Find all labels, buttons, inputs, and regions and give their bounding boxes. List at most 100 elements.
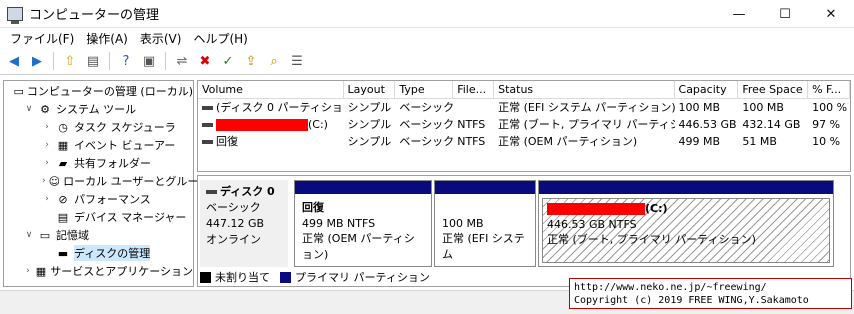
connect-drive-icon[interactable]: ⇌: [172, 51, 192, 71]
expand-icon[interactable]: ∨: [24, 104, 34, 114]
column-header[interactable]: Volume: [198, 81, 344, 99]
partition-body: 回復 499 MB NTFS 正常 (OEM パーティション): [298, 198, 428, 263]
tree-item[interactable]: ∨ ▭ 記憶域: [4, 226, 193, 244]
cell-text: 100 %: [812, 101, 848, 114]
column-header[interactable]: Free Space: [738, 81, 809, 99]
primary-partition-swatch: [280, 271, 291, 283]
tools-icon: ⚙: [40, 102, 50, 116]
table-row[interactable]: 回復 シンプル ベーシック NTFS 正常 (OEM パーティション) 499 MB 51 …: [198, 133, 850, 150]
table-cell: 10 %: [808, 133, 850, 150]
collapse-icon[interactable]: ›: [42, 122, 52, 132]
tree-item[interactable]: ▭ コンピューターの管理 (ローカル): [4, 82, 194, 100]
settings-icon[interactable]: ☰: [287, 51, 307, 71]
volume-list[interactable]: Volume Layout Type File... Status Capacity Fre…: [197, 80, 851, 172]
tree-item[interactable]: › ▦ イベント ビューアー: [4, 136, 193, 154]
tree-item[interactable]: › ◷ タスク スケジューラ: [4, 118, 193, 136]
show-hide-tree-icon[interactable]: ▤: [83, 51, 103, 71]
cell-text: 432.14 GB: [742, 118, 801, 131]
toolbar-separator: [53, 52, 54, 70]
cell-text: NTFS: [457, 118, 486, 131]
column-header[interactable]: Type: [395, 81, 454, 99]
cell-text: 100 MB: [742, 101, 784, 114]
column-header[interactable]: Capacity: [675, 81, 739, 99]
disk-icon: [206, 190, 217, 194]
forward-arrow-icon[interactable]: ▶: [27, 51, 47, 71]
partition-title: (C:): [547, 201, 825, 217]
table-cell: 正常 (ブート, プライマリ パーティション): [494, 116, 674, 133]
shared-folder-icon: ▰: [58, 156, 68, 170]
properties-icon[interactable]: ✓: [218, 51, 238, 71]
table-cell: 100 MB: [675, 99, 739, 116]
cell-text: 正常 (OEM パーティション): [498, 135, 638, 148]
overlay-copyright: Copyright (c) 2019 FREE WING,Y.Sakamoto: [574, 295, 809, 306]
tree-item[interactable]: ▬ ディスクの管理: [4, 244, 193, 262]
cell-text: シンプル: [347, 118, 392, 131]
table-cell: (C:): [198, 116, 344, 133]
disk-0-info[interactable]: ディスク 0 ベーシック 447.12 GB オンライン: [200, 180, 288, 267]
menu-action[interactable]: 操作(A): [80, 30, 134, 47]
column-header[interactable]: Status: [494, 81, 675, 99]
tree-item-label: コンピューターの管理 (ローカル): [26, 85, 193, 98]
close-button[interactable]: ✕: [808, 0, 854, 28]
volume-icon: [202, 140, 213, 144]
services-icon: ▦: [35, 264, 47, 278]
tree-item[interactable]: ∨ ⚙ システム ツール: [4, 100, 193, 118]
delete-icon[interactable]: ✖: [195, 51, 215, 71]
table-cell: 正常 (OEM パーティション): [494, 133, 674, 150]
menu-help[interactable]: ヘルプ(H): [187, 30, 253, 47]
partition-title: [442, 200, 528, 216]
column-header[interactable]: File...: [453, 81, 495, 99]
console-icon[interactable]: ▣: [139, 51, 159, 71]
collapse-icon[interactable]: ›: [42, 176, 46, 186]
title-bar: コンピューターの管理 — ☐ ✕: [0, 0, 854, 28]
tree-item[interactable]: › ⊘ パフォーマンス: [4, 190, 193, 208]
computer-management-icon: [7, 6, 23, 24]
up-folder-icon[interactable]: ⇧: [60, 51, 80, 71]
toolbar: ◀ ▶ ⇧ ▤? ▣ ⇌ ✖ ✓ ⇪ ⌕ ☰: [0, 48, 854, 75]
partition-recovery[interactable]: 回復 499 MB NTFS 正常 (OEM パーティション): [294, 180, 432, 267]
collapse-icon[interactable]: ›: [42, 140, 52, 150]
minimize-button[interactable]: —: [716, 0, 762, 28]
back-arrow-icon[interactable]: ◀: [4, 51, 24, 71]
expand-icon[interactable]: ∨: [24, 230, 34, 240]
table-cell: NTFS: [453, 116, 494, 133]
search-icon[interactable]: ⌕: [264, 51, 284, 71]
cell-text: シンプル: [347, 101, 392, 114]
table-cell: [453, 99, 494, 116]
cell-text: シンプル: [347, 135, 392, 148]
redaction-mark: [216, 119, 308, 131]
menu-file[interactable]: ファイル(F): [4, 30, 80, 47]
menu-view[interactable]: 表示(V): [134, 30, 188, 47]
column-header[interactable]: Layout: [344, 81, 396, 99]
disk-size: 447.12 GB: [206, 217, 265, 230]
column-header[interactable]: % F...: [808, 81, 850, 99]
legend: 未割り当て プライマリ パーティション: [200, 269, 430, 285]
partition-c[interactable]: (C:) 446.53 GB NTFS 正常 (ブート, プライマリ パーティシ…: [538, 180, 834, 267]
cell-text: ベーシック: [399, 135, 454, 148]
help-icon[interactable]: ?: [116, 51, 136, 71]
navigation-tree[interactable]: ▭ コンピューターの管理 (ローカル) ∨ ⚙ システム ツール › ◷ タスク スケジューラ…: [3, 80, 209, 287]
tree-item[interactable]: › ☺ ローカル ユーザーとグループ: [4, 172, 209, 190]
partition-efi[interactable]: 100 MB 正常 (EFI システム: [434, 180, 536, 267]
cell-text: 回復: [216, 135, 238, 148]
cell-text: 10 %: [812, 135, 841, 148]
tree-item-label: 共有フォルダー: [74, 157, 151, 170]
import-icon[interactable]: ⇪: [241, 51, 261, 71]
collapse-icon[interactable]: ›: [42, 158, 52, 168]
tree-item[interactable]: › ▰ 共有フォルダー: [4, 154, 193, 172]
toolbar-separator: [109, 52, 110, 70]
tree-item[interactable]: › ▦ サービスとアプリケーション: [4, 262, 193, 280]
partition-status: 正常 (EFI システム: [442, 232, 525, 261]
table-cell: 100 MB: [738, 99, 808, 116]
table-row[interactable]: (C:) シンプルベーシックNTFS 正常 (ブート, プライマリ パーティション)…: [198, 116, 850, 133]
tree-item[interactable]: ▤ デバイス マネージャー: [4, 208, 193, 226]
tree-item-label: タスク スケジューラ: [74, 121, 176, 134]
maximize-button[interactable]: ☐: [762, 0, 808, 28]
cell-text: ベーシック: [399, 118, 454, 131]
collapse-icon[interactable]: ›: [24, 266, 32, 276]
table-cell: 446.53 GB: [675, 116, 739, 133]
collapse-icon[interactable]: ›: [42, 194, 52, 204]
table-row[interactable]: (ディスク 0 パーティション 2)シンプルベーシック 正常 (EFI システム …: [198, 99, 850, 116]
legend-unallocated: 未割り当て: [215, 271, 270, 284]
table-cell: 499 MB: [675, 133, 739, 150]
